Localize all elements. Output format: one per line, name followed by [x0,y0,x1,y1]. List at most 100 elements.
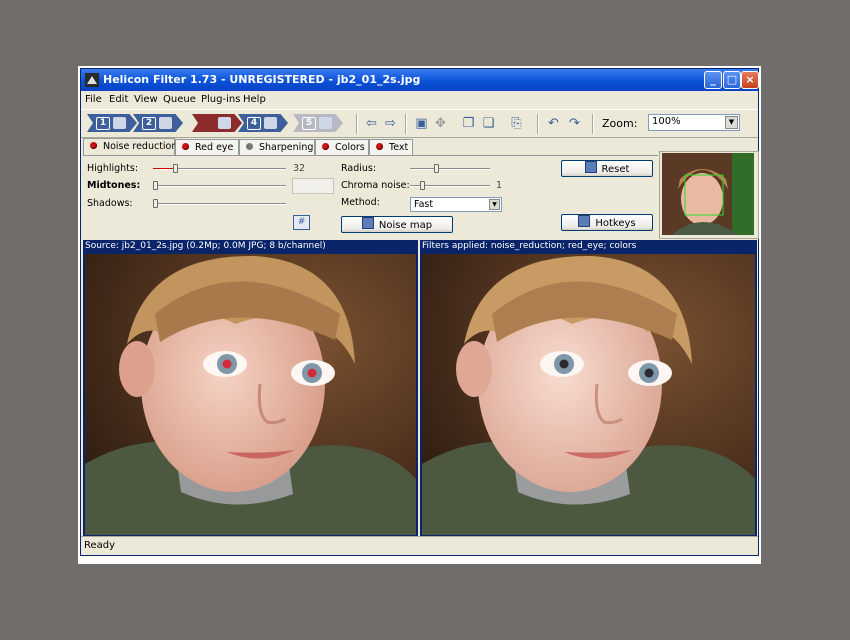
step-1-open-button[interactable]: 1 [87,114,137,132]
status-text: Ready [84,540,116,551]
reset-button[interactable]: Reset [561,160,653,177]
menu-help[interactable]: Help [243,94,266,105]
grid-icon[interactable]: # [293,215,310,230]
enabled-dot-icon [376,143,383,150]
toolbar-separator [356,114,358,134]
tab-text[interactable]: Text [369,139,413,155]
thumbnail-photo [662,153,754,235]
slider-fill [153,168,175,169]
menu-edit[interactable]: Edit [109,94,128,105]
zoom-label: Zoom: [602,117,638,130]
highlights-label: Highlights: [87,163,139,174]
chroma-noise-value: 1 [496,180,503,191]
midtones-value-box[interactable] [292,178,334,194]
result-photo [422,254,755,535]
step-number: 4 [247,117,261,130]
source-image[interactable] [85,254,416,535]
highlights-slider[interactable] [153,164,286,173]
toolbar-separator [405,114,407,134]
step-number: 3 [201,117,215,130]
maximize-button[interactable]: □ [723,71,741,89]
tab-label: Text [389,142,409,153]
radius-slider[interactable] [410,164,490,173]
step-5-save-button[interactable]: 5 [293,114,343,132]
arrow-right-icon[interactable]: ⇨ [383,116,398,131]
slider-thumb[interactable] [434,164,439,173]
tab-sharpening[interactable]: Sharpening [239,139,315,155]
tab-label: Sharpening [259,142,314,153]
adjust-icon [159,117,172,129]
thumbnail-image [662,153,754,235]
noise-map-button[interactable]: Noise map [341,216,453,233]
tab-colors[interactable]: Colors [315,139,369,155]
slider-thumb[interactable] [173,164,178,173]
step-4-camera-button[interactable]: 4 [238,114,288,132]
app-icon [85,73,99,87]
enabled-dot-icon [90,142,97,149]
tab-red-eye[interactable]: Red eye [175,139,239,155]
status-bar: Ready [81,536,758,555]
zoom-select[interactable]: 100% ▼ [648,114,740,131]
preview-thumbnail[interactable] [659,151,759,239]
tab-noise-reduction[interactable]: Noise reduction [83,138,177,156]
step-number: 2 [142,117,156,130]
method-label: Method: [341,197,380,208]
enabled-dot-icon [322,143,329,150]
app-window: Helicon Filter 1.73 - UNREGISTERED - jb2… [80,68,759,556]
hotkeys-button[interactable]: Hotkeys [561,214,653,231]
midtones-slider[interactable] [153,181,286,190]
toolbar-separator [592,114,594,134]
tab-label: Colors [335,142,365,153]
open-folder-icon [113,117,126,129]
save-icon [319,117,332,129]
source-header: Source: jb2_01_2s.jpg (0.2Mp; 0.0M JPG; … [83,240,418,253]
redo-icon[interactable]: ↷ [567,116,582,131]
fit-icon[interactable]: ▣ [414,116,429,131]
menu-file[interactable]: File [85,94,102,105]
midtones-label: Midtones: [87,180,141,191]
noise-map-label: Noise map [378,220,433,231]
paste-icon[interactable]: ❏ [481,116,496,131]
toolbar-separator [537,114,539,134]
zoom-value: 100% [652,116,681,127]
reset-icon [584,161,597,173]
copy-icon[interactable]: ❐ [461,116,476,131]
window-title: Helicon Filter 1.73 - UNREGISTERED - jb2… [103,73,421,86]
camera-icon [264,117,277,129]
export-icon[interactable]: ⎘ [509,116,524,131]
undo-icon[interactable]: ↶ [546,116,561,131]
arrow-left-icon[interactable]: ⇦ [364,116,379,131]
step-number: 1 [96,117,110,130]
menu-plugins[interactable]: Plug-ins [201,94,240,105]
title-bar[interactable]: Helicon Filter 1.73 - UNREGISTERED - jb2… [81,69,759,91]
radius-label: Radius: [341,163,377,174]
result-image[interactable] [422,254,755,535]
noise-reduction-panel: Highlights: 32 Midtones: Shadows: Radius… [83,155,658,240]
menu-view[interactable]: View [134,94,158,105]
menu-queue[interactable]: Queue [163,94,196,105]
chroma-noise-slider[interactable] [410,181,490,190]
slider-thumb[interactable] [420,181,425,190]
shadows-slider[interactable] [153,199,286,208]
method-select[interactable]: Fast ▼ [410,197,502,212]
menu-bar: File Edit View Queue Plug-ins Help [81,91,758,109]
minimize-button[interactable]: _ [704,71,722,89]
slider-thumb[interactable] [153,181,158,190]
chevron-down-icon[interactable]: ▼ [725,116,738,129]
step-2-adjust-button[interactable]: 2 [133,114,183,132]
reset-label: Reset [601,164,630,175]
pan-icon[interactable]: ✥ [433,116,448,131]
tab-label: Red eye [195,142,234,153]
method-value: Fast [414,199,434,210]
filter-icon [218,117,231,129]
chevron-down-icon[interactable]: ▼ [489,199,500,210]
highlights-value: 32 [293,163,306,174]
step-number: 5 [302,117,316,130]
enabled-dot-icon [182,143,189,150]
source-pane: Source: jb2_01_2s.jpg (0.2Mp; 0.0M JPG; … [83,240,418,537]
toolbar: 1 2 3 4 5 ⇦ ⇨ ▣ ✥ ❐ ❏ ⎘ ↶ ↷ Zoom: 100% ▼ [81,109,758,138]
disabled-dot-icon [246,143,253,150]
slider-thumb[interactable] [153,199,158,208]
step-3-filter-button[interactable]: 3 [192,114,242,132]
close-button[interactable]: × [741,71,759,89]
